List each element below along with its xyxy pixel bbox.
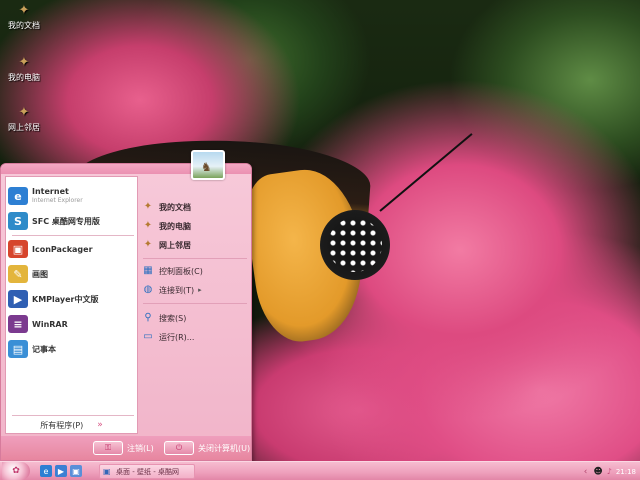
taskbar-window-button[interactable]: ▣ 桌面 - 壁纸 - 桌酷网 xyxy=(99,464,195,479)
menu-separator xyxy=(12,235,134,236)
quick-launch: e ▶ ▣ xyxy=(40,465,82,477)
butterfly-icon: ✦ xyxy=(18,105,30,120)
start-item-sublabel: Internet Explorer xyxy=(32,197,83,204)
butterfly-icon: ✦ xyxy=(143,239,153,250)
start-right-label: 网上邻居 xyxy=(159,240,191,250)
butterfly-icon: ✦ xyxy=(18,3,30,18)
start-menu-left-pane: e Internet Internet Explorer S SFC 桌酷网专用… xyxy=(5,176,138,434)
all-programs-button[interactable]: 所有程序(P) » xyxy=(5,418,138,432)
search-icon: ⚲ xyxy=(144,312,152,323)
desktop-icon-my-computer[interactable]: ✦ 我的电脑 xyxy=(4,56,44,83)
start-right-control-panel[interactable]: ▦ 控制面板(C) xyxy=(141,262,247,280)
system-tray: ‹ ☻ ♪ 21:18 xyxy=(570,463,640,480)
sfc-icon: S xyxy=(8,212,28,230)
volume-icon[interactable]: ♪ xyxy=(607,467,612,476)
arrow-right-icon: ▸ xyxy=(198,286,202,294)
start-right-network-places[interactable]: ✦ 网上邻居 xyxy=(141,236,247,254)
menu-separator xyxy=(12,415,134,416)
menu-separator xyxy=(143,303,247,304)
start-item-label: KMPlayer中文版 xyxy=(32,294,99,304)
shutdown-label: 关闭计算机(U) xyxy=(198,443,251,453)
internet-explorer-icon[interactable]: e xyxy=(40,465,52,477)
tray-clock[interactable]: 21:18 xyxy=(616,468,636,476)
kmplayer-icon: ▶ xyxy=(8,290,28,308)
start-right-my-documents[interactable]: ✦ 我的文档 xyxy=(141,198,247,216)
logoff-button[interactable]: ⚿ 注销(L) xyxy=(93,441,154,455)
start-item-winrar[interactable]: ≡ WinRAR xyxy=(8,313,136,335)
windows-logo-icon: ✿ xyxy=(12,466,20,476)
arrow-right-icon: » xyxy=(97,420,103,430)
start-item-label: WinRAR xyxy=(32,319,68,329)
start-right-connect-to[interactable]: ◍ 连接到(T) ▸ xyxy=(141,281,247,299)
desktop-icon-label: 网上邻居 xyxy=(8,123,40,132)
window-icon: ▣ xyxy=(103,466,111,476)
connect-icon: ◍ xyxy=(143,284,153,295)
chevron-left-icon[interactable]: ‹ xyxy=(584,467,588,477)
start-right-label: 我的电脑 xyxy=(159,221,191,231)
start-right-label: 搜索(S) xyxy=(159,313,187,323)
start-item-label: 记事本 xyxy=(32,344,56,354)
start-menu-footer: ⚿ 注销(L) ⏻ 关闭计算机(U) xyxy=(1,436,251,460)
start-item-notepad[interactable]: ▤ 记事本 xyxy=(8,338,136,360)
power-icon: ⏻ xyxy=(164,441,194,455)
start-item-iconpackager[interactable]: ▣ IconPackager xyxy=(8,238,136,260)
notepad-icon: ▤ xyxy=(8,340,28,358)
key-icon: ⚿ xyxy=(93,441,123,455)
start-right-label: 我的文档 xyxy=(159,202,191,212)
start-right-label: 运行(R)... xyxy=(159,332,195,342)
desktop-icon-label: 我的电脑 xyxy=(8,73,40,82)
qq-icon[interactable]: ☻ xyxy=(593,467,602,477)
horse-icon: ♞ xyxy=(201,160,212,174)
butterfly-icon: ✦ xyxy=(143,220,153,231)
start-right-my-computer[interactable]: ✦ 我的电脑 xyxy=(141,217,247,235)
start-right-run[interactable]: ▭ 运行(R)... xyxy=(141,328,247,346)
desktop-icon-label: 我的文档 xyxy=(8,21,40,30)
start-item-sfc[interactable]: S SFC 桌酷网专用版 xyxy=(8,210,136,232)
desktop-icon-network-places[interactable]: ✦ 网上邻居 xyxy=(4,106,44,133)
desktop-icon-my-documents[interactable]: ✦ 我的文档 xyxy=(4,4,44,31)
iconpackager-icon: ▣ xyxy=(8,240,28,258)
run-icon: ▭ xyxy=(143,331,153,342)
start-menu: ♞ e Internet Internet Explorer S SFC 桌酷网… xyxy=(0,150,252,461)
show-desktop-icon[interactable]: ▣ xyxy=(70,465,82,477)
paint-icon: ✎ xyxy=(8,265,28,283)
menu-separator xyxy=(143,258,247,259)
media-player-icon[interactable]: ▶ xyxy=(55,465,67,477)
start-item-internet[interactable]: e Internet Internet Explorer xyxy=(8,185,136,207)
start-item-label: SFC 桌酷网专用版 xyxy=(32,216,100,226)
all-programs-label: 所有程序(P) xyxy=(40,420,84,430)
taskbar: ✿ e ▶ ▣ ▣ 桌面 - 壁纸 - 桌酷网 ‹ ☻ ♪ 21:18 xyxy=(0,461,640,480)
taskbar-window-label: 桌面 - 壁纸 - 桌酷网 xyxy=(116,467,179,476)
start-menu-right-pane: ✦ 我的文档 ✦ 我的电脑 ✦ 网上邻居 ▦ 控制面板(C) ◍ 连接到(T) … xyxy=(139,176,249,434)
start-item-paint[interactable]: ✎ 画图 xyxy=(8,263,136,285)
butterfly-icon: ✦ xyxy=(18,55,30,70)
start-item-label: Internet xyxy=(32,187,69,196)
control-panel-icon: ▦ xyxy=(143,265,153,276)
internet-explorer-icon: e xyxy=(8,187,28,205)
start-item-label: 画图 xyxy=(32,269,48,279)
shutdown-button[interactable]: ⏻ 关闭计算机(U) xyxy=(164,441,250,455)
butterfly-body xyxy=(320,210,390,280)
start-right-label: 控制面板(C) xyxy=(159,266,203,276)
start-item-label: IconPackager xyxy=(32,244,93,254)
winrar-icon: ≡ xyxy=(8,315,28,333)
logoff-label: 注销(L) xyxy=(127,443,154,453)
start-item-kmplayer[interactable]: ▶ KMPlayer中文版 xyxy=(8,288,136,310)
start-right-search[interactable]: ⚲ 搜索(S) xyxy=(141,309,247,327)
start-button[interactable]: ✿ xyxy=(2,462,30,480)
butterfly-icon: ✦ xyxy=(143,201,153,212)
start-right-label: 连接到(T) xyxy=(159,285,195,295)
